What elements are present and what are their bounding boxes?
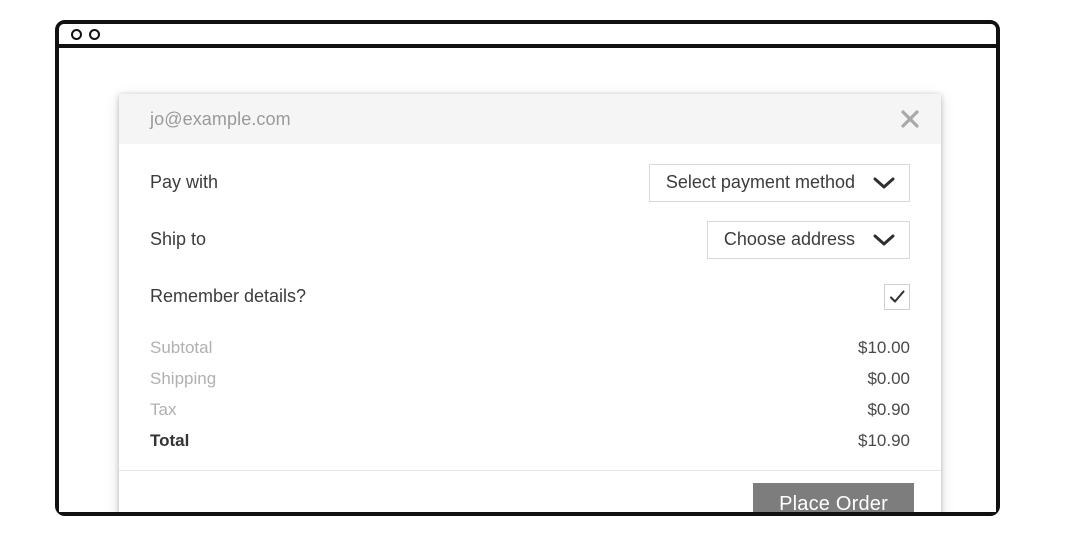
subtotal-label: Subtotal <box>150 337 213 357</box>
dialog-footer: Place Order <box>119 470 941 512</box>
dialog-header: jo@example.com <box>119 94 941 144</box>
window-dot-2-icon <box>89 28 100 40</box>
remember-details-label: Remember details? <box>150 286 307 306</box>
totals-row-tax: Tax $0.90 <box>150 394 910 425</box>
chevron-down-icon <box>873 234 895 245</box>
subtotal-value: $10.00 <box>858 337 910 357</box>
window-dot-1-icon <box>71 28 82 40</box>
check-icon <box>889 289 905 303</box>
ship-to-label: Ship to <box>150 229 207 249</box>
payment-method-select[interactable]: Select payment method <box>648 163 910 202</box>
totals-row-total: Total $10.90 <box>150 425 910 456</box>
browser-content: jo@example.com Pay with Select payment m… <box>59 48 996 512</box>
pay-with-row: Pay with Select payment method <box>150 154 910 211</box>
totals-row-shipping: Shipping $0.00 <box>150 363 910 394</box>
browser-window: jo@example.com Pay with Select payment m… <box>55 20 1000 516</box>
browser-titlebar <box>59 24 996 48</box>
remember-details-row: Remember details? <box>150 268 910 325</box>
address-select[interactable]: Choose address <box>706 220 910 259</box>
tax-value: $0.90 <box>867 399 910 419</box>
totals-row-subtotal: Subtotal $10.00 <box>150 332 910 363</box>
close-icon[interactable] <box>897 106 923 132</box>
screen: jo@example.com Pay with Select payment m… <box>0 0 1070 557</box>
pay-with-label: Pay with <box>150 172 219 192</box>
chevron-down-icon <box>873 177 895 188</box>
shipping-label: Shipping <box>150 368 217 388</box>
checkout-dialog: jo@example.com Pay with Select payment m… <box>119 94 941 512</box>
payment-method-value: Select payment method <box>665 172 855 192</box>
ship-to-row: Ship to Choose address <box>150 211 910 268</box>
shipping-value: $0.00 <box>867 368 910 388</box>
remember-details-checkbox[interactable] <box>884 283 910 310</box>
dialog-body: Pay with Select payment method Ship to C… <box>119 144 941 470</box>
tax-label: Tax <box>150 399 177 419</box>
customer-email: jo@example.com <box>150 108 291 129</box>
total-label: Total <box>150 430 190 450</box>
total-value: $10.90 <box>858 430 910 450</box>
address-value: Choose address <box>723 229 855 249</box>
order-totals: Subtotal $10.00 Shipping $0.00 Tax $0.90 <box>150 325 910 470</box>
place-order-button[interactable]: Place Order <box>753 483 914 512</box>
